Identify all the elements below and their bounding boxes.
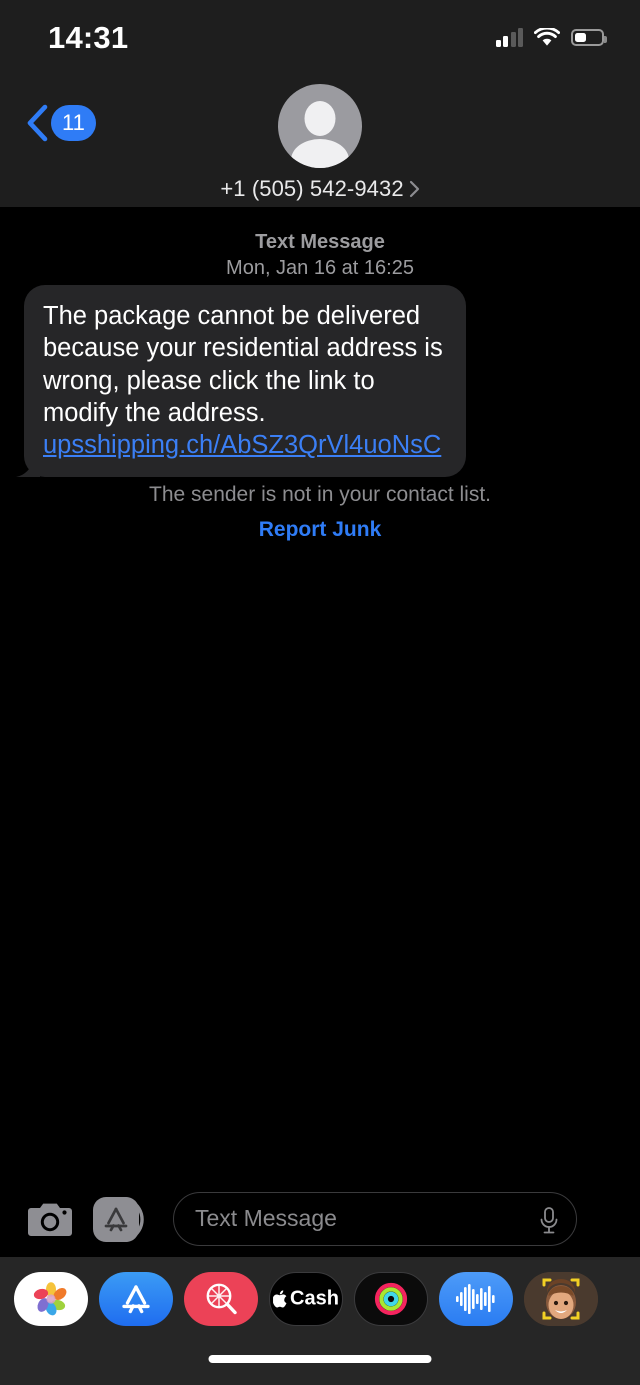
status-bar-indicators [495,28,607,47]
app-store-icon[interactable] [93,1195,153,1243]
audio-waveform-icon [456,1283,495,1314]
apple-cash-text: Cash [290,1287,339,1309]
microphone-icon[interactable] [538,1206,560,1235]
navigation-bar: 11 +1 (505) 542-9432 [0,72,640,207]
chevron-left-icon [27,104,48,142]
status-bar: 14:31 [0,0,640,72]
contact-details-button[interactable]: +1 (505) 542-9432 [0,176,640,202]
apple-logo-icon [273,1289,287,1307]
images-search-icon [206,1283,237,1314]
app-icon-memoji[interactable] [524,1271,598,1326]
message-meta: Text Message Mon, Jan 16 at 16:25 [0,229,640,282]
app-icon-music[interactable] [439,1271,513,1326]
home-indicator-area [0,1340,640,1385]
bubble-tail-icon [16,451,40,478]
cellular-signal-icon [495,28,523,47]
sender-disclaimer-block: The sender is not in your contact list. … [0,483,640,542]
home-indicator[interactable] [208,1355,432,1363]
app-icon-fitness[interactable] [354,1271,428,1326]
message-kind-label: Text Message [255,231,385,253]
contact-name: +1 (505) 542-9432 [220,176,404,201]
message-body: The package cannot be delivered because … [43,302,443,427]
message-input-bar: Text Message [0,1180,640,1257]
app-icon-images[interactable] [184,1271,258,1326]
app-store-glyph-icon [104,1207,128,1231]
avatar[interactable] [278,84,362,168]
status-bar-clock: 14:31 [48,20,129,55]
message-row: The package cannot be delivered because … [16,285,466,478]
back-button[interactable]: 11 [26,104,96,142]
message-text: The package cannot be delivered because … [43,300,447,461]
incoming-message-bubble[interactable]: The package cannot be delivered because … [16,285,466,478]
app-icon-apple-cash[interactable]: Cash [269,1271,343,1326]
battery-icon [571,29,607,46]
messages-app-screen: 14:31 11 +1 (505) 542-9432 Text Message … [0,0,640,1385]
chevron-right-icon [409,180,419,198]
phishing-link[interactable]: upsshipping.ch/AbSZ3QrVl4uoNsC [43,431,441,459]
report-junk-button[interactable]: Report Junk [259,518,382,542]
memoji-icon [524,1271,598,1326]
unread-count-badge: 11 [51,105,96,141]
app-store-icon [122,1284,150,1313]
imessage-app-drawer: Cash [0,1257,640,1340]
message-text-field[interactable]: Text Message [173,1191,577,1246]
sender-disclaimer-text: The sender is not in your contact list. [149,483,491,506]
wifi-icon [534,28,560,46]
photos-icon [33,1281,67,1315]
message-input-placeholder: Text Message [195,1205,337,1231]
message-timestamp: Mon, Jan 16 at 16:25 [226,257,414,280]
app-icon-app-store[interactable] [99,1271,173,1326]
activity-rings-icon [374,1282,408,1315]
camera-icon[interactable] [27,1199,73,1239]
apple-cash-label: Cash [273,1287,339,1310]
app-icon-photos[interactable] [14,1271,88,1326]
